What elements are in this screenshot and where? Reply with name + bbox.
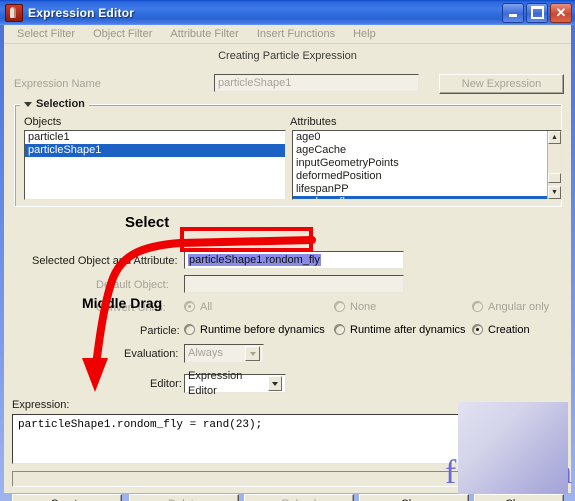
particle-runtime-after-label: Runtime after dynamics — [350, 324, 466, 336]
close-icon: ✕ — [555, 4, 567, 20]
convert-units-none-label: None — [350, 301, 377, 313]
selected-object-label: Selected Object and Attribute: — [32, 255, 178, 267]
title-bar: Expression Editor ✕ — [0, 0, 575, 25]
expression-name-input[interactable]: particleShape1 — [214, 74, 419, 92]
maximize-icon — [530, 6, 544, 19]
screenshot-root: Expression Editor ✕ Select Filter Object… — [0, 0, 575, 501]
radio-icon[interactable] — [472, 301, 483, 312]
editor-select[interactable]: Expression Editor — [184, 370, 286, 397]
window-controls: ✕ — [502, 2, 575, 23]
particle-creation-label: Creation — [488, 324, 530, 336]
close-button[interactable]: ✕ — [550, 2, 572, 23]
selected-object-input[interactable]: particleShape1.rondom_fly — [184, 251, 404, 269]
convert-units-option-angular[interactable]: Angular only — [472, 301, 549, 313]
scrollbar-thumb[interactable] — [548, 173, 561, 183]
default-object-label: Default Object: — [96, 279, 169, 291]
particle-runtime-before-label: Runtime before dynamics — [200, 324, 325, 336]
chevron-glyph — [271, 381, 278, 386]
overlay-card — [458, 402, 568, 494]
radio-icon[interactable] — [334, 324, 345, 335]
particle-option-runtime-before[interactable]: Runtime before dynamics — [184, 324, 325, 336]
scroll-up-icon[interactable]: ▲ — [548, 131, 561, 144]
radio-icon[interactable] — [334, 301, 345, 312]
list-item[interactable]: lifespanPP — [293, 183, 561, 196]
attributes-label: Attributes — [290, 116, 337, 128]
delete-button[interactable]: Delete — [129, 494, 239, 501]
chevron-down-icon[interactable] — [267, 376, 282, 391]
window-title: Expression Editor — [28, 5, 135, 20]
watermark-left-glyph: f — [445, 454, 457, 491]
convert-units-option-none[interactable]: None — [334, 301, 376, 313]
evaluation-value: Always — [188, 347, 223, 359]
convert-units-option-all[interactable]: All — [184, 301, 212, 313]
radio-icon[interactable] — [184, 301, 195, 312]
selection-group-title[interactable]: Selection — [20, 97, 89, 111]
expression-name-row: Expression Name particleShape1 New Expre… — [14, 74, 564, 96]
clear-button[interactable]: Clear — [359, 494, 469, 501]
editor-label: Editor: — [150, 378, 182, 390]
menu-help[interactable]: Help — [344, 28, 385, 40]
chevron-down-icon — [24, 101, 32, 107]
menu-insert-functions[interactable]: Insert Functions — [248, 28, 344, 40]
list-item[interactable]: age0 — [293, 131, 561, 144]
app-icon — [5, 3, 23, 22]
list-item[interactable]: inputGeometryPoints — [293, 157, 561, 170]
particle-option-runtime-after[interactable]: Runtime after dynamics — [334, 324, 466, 336]
menu-select-filter[interactable]: Select Filter — [8, 28, 84, 40]
default-object-input[interactable] — [184, 275, 404, 293]
menu-attribute-filter[interactable]: Attribute Filter — [161, 28, 247, 40]
evaluation-label: Evaluation: — [124, 348, 179, 360]
particle-label: Particle: — [140, 325, 180, 337]
list-item[interactable]: deformedPosition — [293, 170, 561, 183]
page-title: Creating Particle Expression — [218, 50, 357, 62]
chevron-down-icon[interactable] — [245, 346, 260, 361]
convert-units-all-label: All — [200, 301, 213, 313]
reload-button[interactable]: Reload — [244, 494, 354, 501]
maximize-button[interactable] — [526, 2, 548, 23]
close-dialog-button[interactable]: Close — [474, 494, 564, 501]
annotation-middle-drag: Middle Drag — [82, 295, 163, 311]
convert-units-angular-label: Angular only — [488, 301, 550, 313]
annotation-select: Select — [125, 214, 170, 231]
selection-group-label: Selection — [36, 98, 85, 110]
new-expression-button[interactable]: New Expression — [439, 74, 564, 94]
chevron-glyph — [249, 351, 256, 356]
attributes-listbox[interactable]: age0 ageCache inputGeometryPoints deform… — [292, 130, 562, 200]
list-item[interactable]: rondom_fly — [293, 196, 561, 199]
menu-object-filter[interactable]: Object Filter — [84, 28, 161, 40]
editor-value: Expression Editor — [188, 369, 243, 397]
list-item[interactable]: particleShape1 — [25, 144, 285, 157]
objects-label: Objects — [24, 116, 62, 128]
scroll-down-icon[interactable]: ▼ — [548, 186, 561, 199]
attributes-scrollbar[interactable]: ▲ ▼ — [547, 131, 561, 199]
particle-option-creation[interactable]: Creation — [472, 324, 530, 336]
objects-listbox[interactable]: particle1 particleShape1 — [24, 130, 286, 200]
create-button[interactable]: Create — [12, 494, 122, 501]
menu-bar: Select Filter Object Filter Attribute Fi… — [4, 25, 571, 44]
evaluation-select[interactable]: Always — [184, 344, 264, 363]
selected-object-value: particleShape1.rondom_fly — [188, 254, 321, 266]
radio-icon[interactable] — [184, 324, 195, 335]
expression-name-label: Expression Name — [14, 78, 101, 90]
minimize-button[interactable] — [502, 2, 524, 23]
list-item[interactable]: particle1 — [25, 131, 285, 144]
expression-label: Expression: — [12, 399, 70, 411]
radio-icon[interactable] — [472, 324, 483, 335]
minimize-icon — [509, 13, 517, 17]
list-item[interactable]: ageCache — [293, 144, 561, 157]
